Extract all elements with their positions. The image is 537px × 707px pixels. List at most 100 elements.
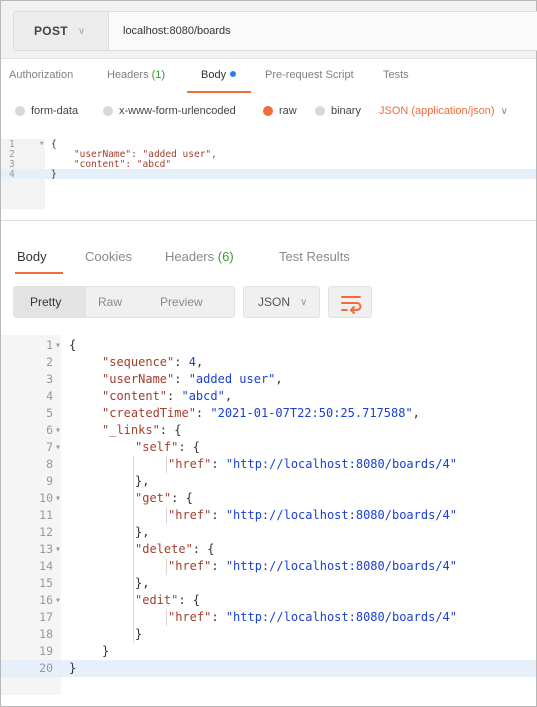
request-body-editor[interactable]: 1 ▾ { 2 "userName": "added user", 3 "con… [1,139,536,209]
json-key: "userName" [102,372,175,386]
active-dot-icon [230,71,237,77]
fold-arrow-icon[interactable]: ▾ [55,337,61,354]
code-line: 8 "href": "http://localhost:8080/boards/4… [1,456,536,473]
code-text: "content": "abcd", [102,388,232,405]
json-punctuation: }, [135,474,150,488]
code-text: "sequence": 4, [102,354,203,371]
indent-guide [166,558,167,575]
line-number: 4 [46,389,53,403]
method-select[interactable]: POST ∨ [13,11,109,51]
active-tab-indicator [15,272,63,274]
radio-icon [315,106,325,116]
json-punctuation: } [69,661,77,675]
radio-raw[interactable]: raw [263,105,297,117]
json-string: "http://localhost:8080/boards/4" [225,610,457,624]
code-text: } [51,169,57,180]
view-raw[interactable]: Raw [98,287,148,317]
headers-count-badge: (6) [217,249,234,264]
line-number: 2 [46,355,53,369]
line-number: 1 [46,338,53,352]
line-number: 15 [39,576,53,590]
tab-label: Body [17,249,47,264]
json-punctuation: : [174,355,189,369]
code-text: "createdTime": "2021-01-07T22:50:25.7175… [102,405,420,422]
line-number: 17 [39,610,53,624]
fold-arrow-icon[interactable]: ▾ [55,439,61,456]
tab-label: Headers [107,69,149,81]
tab-response-headers[interactable]: Headers (6) [165,249,234,264]
wrap-lines-button[interactable] [328,286,372,318]
content-type-label: JSON (application/json) [379,105,495,117]
view-preview[interactable]: Preview [160,287,230,317]
json-string: "http://localhost:8080/boards/4" [225,457,457,471]
body-type-options: form-data x-www-form-urlencoded raw bina… [1,97,536,127]
format-select[interactable]: JSON ∨ [243,286,320,318]
json-punctuation: : [211,610,226,624]
line-number: 19 [39,644,53,658]
view-label: Pretty [30,295,62,309]
code-text: "href": "http://localhost:8080/boards/4" [168,456,457,473]
line-number: 8 [46,457,53,471]
line-number: 12 [39,525,53,539]
json-punctuation: }, [135,576,150,590]
code-text: "self": { [135,439,200,456]
url-input[interactable]: localhost:8080/boards [109,11,537,51]
json-key: "self" [135,440,179,454]
json-punctuation: : [211,508,226,522]
radio-label: binary [331,105,361,117]
fold-arrow-icon[interactable]: ▾ [55,592,61,609]
radio-icon [15,106,25,116]
tab-authorization[interactable]: Authorization [9,69,73,81]
json-key: "href" [168,559,212,573]
response-body-editor[interactable]: 1 ▾{2 "sequence": 4, 3 "userName": "added us… [1,335,536,695]
content-type-select[interactable]: JSON (application/json) ∨ [379,105,508,117]
code-line: 3 "content": "abcd" [1,159,536,170]
code-text: }, [135,524,149,541]
indent-guide [166,609,167,626]
json-key: "href" [168,610,212,624]
tab-response-body[interactable]: Body [17,249,47,264]
fold-arrow-icon[interactable]: ▾ [55,541,61,558]
json-punctuation: : { [178,593,201,607]
code-line: 3 "userName": "added user", [1,371,536,388]
tab-pre-request-script[interactable]: Pre-request Script [265,69,354,81]
json-key: "edit" [135,593,179,607]
json-string: "added user" [188,372,276,386]
fold-arrow-icon[interactable]: ▾ [55,422,61,439]
code-text: "edit": { [135,592,200,609]
view-pretty[interactable]: Pretty [14,287,86,317]
json-key: "sequence" [102,355,175,369]
json-punctuation: , [224,389,233,403]
response-toolbar: Pretty Raw Preview JSON ∨ [13,286,523,320]
divider [1,220,536,221]
json-punctuation: , [195,355,204,369]
radio-form-data[interactable]: form-data [15,105,78,117]
tab-headers[interactable]: Headers (1) [107,69,165,81]
request-tabs: Authorization Headers (1) Body Pre-reque… [1,63,536,93]
radio-label: x-www-form-urlencoded [119,105,236,117]
code-line: 15}, [1,575,536,592]
line-number: 5 [46,406,53,420]
tab-tests[interactable]: Tests [383,69,409,81]
view-mode-tabs: Pretty Raw Preview [13,286,235,318]
code-text: } [102,643,109,660]
json-key: "get" [135,491,172,505]
tab-test-results[interactable]: Test Results [279,249,350,264]
fold-arrow-icon[interactable]: ▾ [55,490,61,507]
tab-cookies[interactable]: Cookies [85,249,132,264]
code-line: 1 ▾ { [1,337,536,354]
tab-body[interactable]: Body [201,69,237,81]
radio-label: form-data [31,105,79,117]
radio-binary[interactable]: binary [315,105,361,117]
radio-x-www-form-urlencoded[interactable]: x-www-form-urlencoded [103,105,236,117]
tab-label: Body [201,69,227,81]
fold-arrow-icon[interactable]: ▾ [39,139,44,149]
json-punctuation: : { [171,491,193,505]
view-label: Raw [98,295,123,309]
code-line-current: 4 } [1,169,536,180]
code-line: 13 ▾ "delete": { [1,541,536,558]
code-line: 18} [1,626,536,643]
line-number: 11 [39,508,53,522]
radio-label: raw [279,105,297,117]
wrap-lines-icon [341,296,362,314]
